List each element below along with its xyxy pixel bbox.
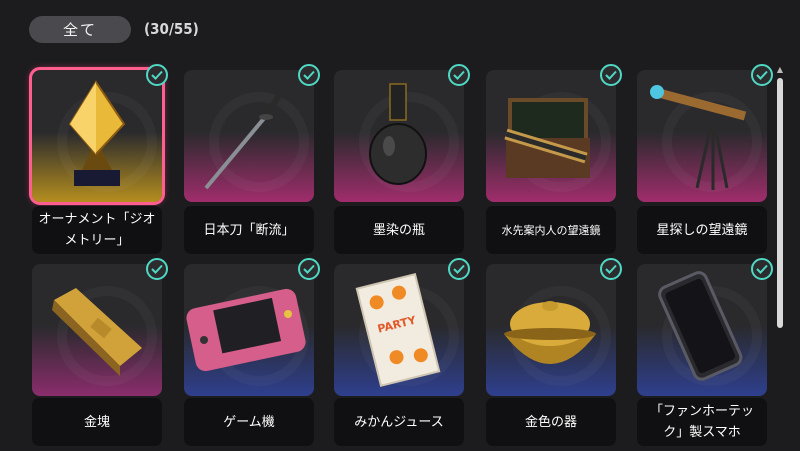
owned-check-icon [448,258,470,280]
owned-check-icon [298,64,320,86]
item-label: みかんジュース [334,398,464,446]
item-label: 日本刀「断流」 [184,206,314,254]
smartphone-icon [658,271,743,381]
item-card[interactable] [184,64,320,202]
item-label: 金色の器 [486,398,616,446]
spyglass-box-icon [504,98,590,178]
item-label: 金塊 [32,398,162,446]
scroll-up-arrow-icon[interactable]: ▲ [776,66,784,74]
owned-check-icon [448,64,470,86]
item-thumbnail [637,70,767,202]
owned-check-icon [146,64,168,86]
handheld-console-icon [186,288,306,372]
item-label: オーナメント「ジオ メトリー」 [32,206,162,254]
item-card[interactable] [334,64,470,202]
item-label: 「ファンホーテッ ク」製スマホ [637,398,767,446]
item-card[interactable] [486,258,622,396]
item-thumbnail [486,70,616,202]
katana-icon [204,86,287,190]
owned-check-icon [298,258,320,280]
item-label: 星探しの望遠鏡 [637,206,767,254]
item-thumbnail: PARTY [334,264,464,396]
item-card[interactable]: PARTY [334,258,470,396]
item-card[interactable] [29,64,168,205]
owned-check-icon [600,64,622,86]
item-card[interactable] [637,258,773,396]
item-label: 墨染の瓶 [334,206,464,254]
orange-juice-box-icon: PARTY [355,273,441,387]
scrollbar-thumb[interactable] [777,78,783,328]
item-thumbnail [184,264,314,396]
tripod-telescope-icon [650,85,747,190]
owned-check-icon [600,258,622,280]
item-card[interactable] [486,64,622,202]
item-card[interactable] [637,64,773,202]
golden-bowl-icon [504,301,596,364]
item-thumbnail [637,264,767,396]
item-label: ゲーム機 [184,398,314,446]
scrollbar[interactable]: ▲ [776,66,784,451]
black-vase-icon [369,83,427,185]
item-thumbnail [32,264,162,396]
item-label: 水先案内人の望遠鏡 [486,206,616,254]
item-card[interactable] [184,258,320,396]
gold-bar-icon [52,288,142,376]
crystal-ornament-icon [68,80,126,186]
owned-check-icon [751,258,773,280]
item-grid: オーナメント「ジオ メトリー」 日本刀「断流」 墨染の瓶 水先案内人の望遠鏡 星探… [0,0,773,451]
owned-check-icon [751,64,773,86]
item-thumbnail [29,67,165,205]
item-thumbnail [184,70,314,202]
item-card[interactable] [32,258,168,396]
item-thumbnail [486,264,616,396]
item-thumbnail [334,70,464,202]
owned-check-icon [146,258,168,280]
